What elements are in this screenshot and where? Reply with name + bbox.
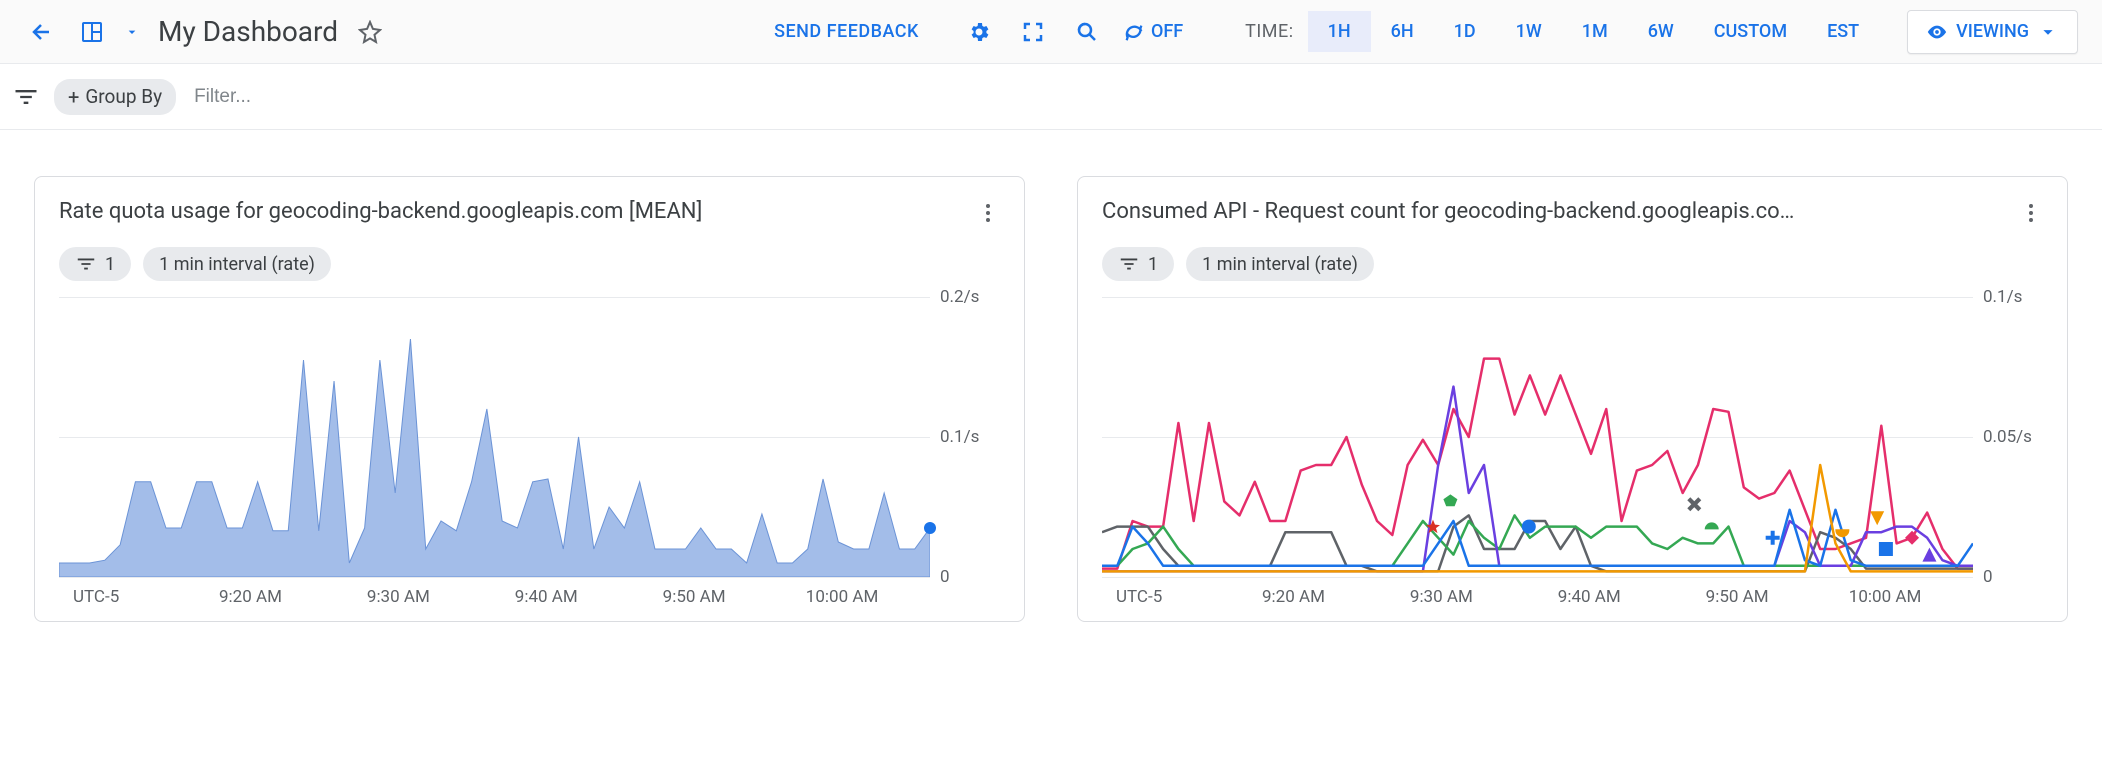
y-tick: 0 [1983, 567, 1993, 587]
auto-refresh-label: OFF [1151, 21, 1183, 42]
interval-chip[interactable]: 1 min interval (rate) [143, 247, 331, 281]
x-tick: 10:00 AM [1811, 587, 1959, 607]
reset-zoom-icon[interactable] [1069, 14, 1105, 50]
eye-icon [1926, 21, 1948, 43]
x-tick: 9:20 AM [177, 587, 325, 607]
chart-plot[interactable] [59, 297, 930, 577]
interval-label: 1 min interval (rate) [159, 254, 315, 275]
header-left: My Dashboard [24, 14, 382, 50]
x-tick: 9:50 AM [620, 587, 768, 607]
card-chips: 1 1 min interval (rate) [1088, 247, 2057, 297]
card-title: Consumed API - Request count for geocodi… [1102, 199, 2009, 224]
card-chips: 1 1 min interval (rate) [45, 247, 1014, 297]
y-axis: 0.2/s 0.1/s 0 [930, 297, 1000, 577]
filter-count-chip[interactable]: 1 [1102, 247, 1174, 281]
dashboard-icon[interactable] [74, 14, 110, 50]
send-feedback-link[interactable]: SEND FEEDBACK [760, 21, 933, 42]
filter-input[interactable] [190, 78, 490, 116]
plus-icon: + [68, 85, 79, 109]
filter-count-label: 1 [1148, 254, 1158, 275]
chart-card-quota: Rate quota usage for geocoding-backend.g… [34, 176, 1025, 622]
chart-area: 0.2/s 0.1/s 0 UTC-5 9:20 AM 9:30 AM 9:40… [45, 297, 1014, 611]
time-1d[interactable]: 1D [1434, 11, 1496, 52]
y-axis: 0.1/s 0.05/s 0 [1973, 297, 2043, 577]
group-by-label: Group By [85, 85, 162, 108]
viewing-label: VIEWING [1956, 21, 2029, 42]
y-tick: 0 [940, 567, 950, 587]
card-header: Consumed API - Request count for geocodi… [1088, 195, 2057, 247]
time-custom[interactable]: CUSTOM [1694, 11, 1807, 52]
filter-count-label: 1 [105, 254, 115, 275]
chart-card-requests: Consumed API - Request count for geocodi… [1077, 176, 2068, 622]
gear-icon[interactable] [961, 14, 997, 50]
star-icon[interactable] [358, 20, 382, 44]
filter-subbar: + Group By [0, 64, 2102, 130]
y-tick: 0.2/s [940, 287, 979, 307]
auto-refresh-toggle[interactable]: OFF [1123, 21, 1183, 43]
time-1m[interactable]: 1M [1562, 11, 1628, 52]
x-tick: 9:30 AM [1367, 587, 1515, 607]
filter-list-icon [1118, 253, 1140, 275]
time-timezone[interactable]: EST [1807, 11, 1879, 52]
y-tick: 0.1/s [940, 427, 979, 447]
x-axis: UTC-5 9:20 AM 9:30 AM 9:40 AM 9:50 AM 10… [1102, 577, 2043, 611]
more-icon[interactable] [976, 201, 1000, 225]
chevron-down-icon [2037, 21, 2059, 43]
x-tick: 9:30 AM [324, 587, 472, 607]
x-tick-tz: UTC-5 [73, 587, 177, 607]
fullscreen-icon[interactable] [1015, 14, 1051, 50]
interval-chip[interactable]: 1 min interval (rate) [1186, 247, 1374, 281]
time-6h[interactable]: 6H [1371, 11, 1434, 52]
filter-count-chip[interactable]: 1 [59, 247, 131, 281]
time-range-group: TIME: 1H 6H 1D 1W 1M 6W CUSTOM EST [1231, 11, 1879, 52]
x-tick: 10:00 AM [768, 587, 916, 607]
more-icon[interactable] [2019, 201, 2043, 225]
x-axis: UTC-5 9:20 AM 9:30 AM 9:40 AM 9:50 AM 10… [59, 577, 1000, 611]
card-header: Rate quota usage for geocoding-backend.g… [45, 195, 1014, 247]
time-6w[interactable]: 6W [1628, 11, 1694, 52]
x-tick: 9:40 AM [472, 587, 620, 607]
dashboard-content: Rate quota usage for geocoding-backend.g… [0, 130, 2102, 668]
x-tick: 9:50 AM [1663, 587, 1811, 607]
header-toolbar: My Dashboard SEND FEEDBACK OFF TIME: 1H … [0, 0, 2102, 64]
x-tick: 9:40 AM [1515, 587, 1663, 607]
chart-plot[interactable] [1102, 297, 1973, 577]
interval-label: 1 min interval (rate) [1202, 254, 1358, 275]
time-1h[interactable]: 1H [1308, 11, 1371, 52]
page-title: My Dashboard [158, 15, 338, 48]
y-tick: 0.1/s [1983, 287, 2022, 307]
header-action-icons: OFF [961, 14, 1183, 50]
group-by-chip[interactable]: + Group By [54, 79, 176, 115]
x-tick: 9:20 AM [1220, 587, 1368, 607]
dashboard-dropdown-icon[interactable] [124, 14, 140, 50]
y-tick: 0.05/s [1983, 427, 2032, 447]
filter-list-icon[interactable] [12, 83, 40, 111]
time-1w[interactable]: 1W [1496, 11, 1562, 52]
back-icon[interactable] [24, 14, 60, 50]
card-title: Rate quota usage for geocoding-backend.g… [59, 199, 966, 224]
chart-area: 0.1/s 0.05/s 0 UTC-5 9:20 AM 9:30 AM 9:4… [1088, 297, 2057, 611]
x-tick-tz: UTC-5 [1116, 587, 1220, 607]
viewing-mode-button[interactable]: VIEWING [1907, 10, 2078, 54]
time-label: TIME: [1231, 21, 1307, 42]
filter-list-icon [75, 253, 97, 275]
